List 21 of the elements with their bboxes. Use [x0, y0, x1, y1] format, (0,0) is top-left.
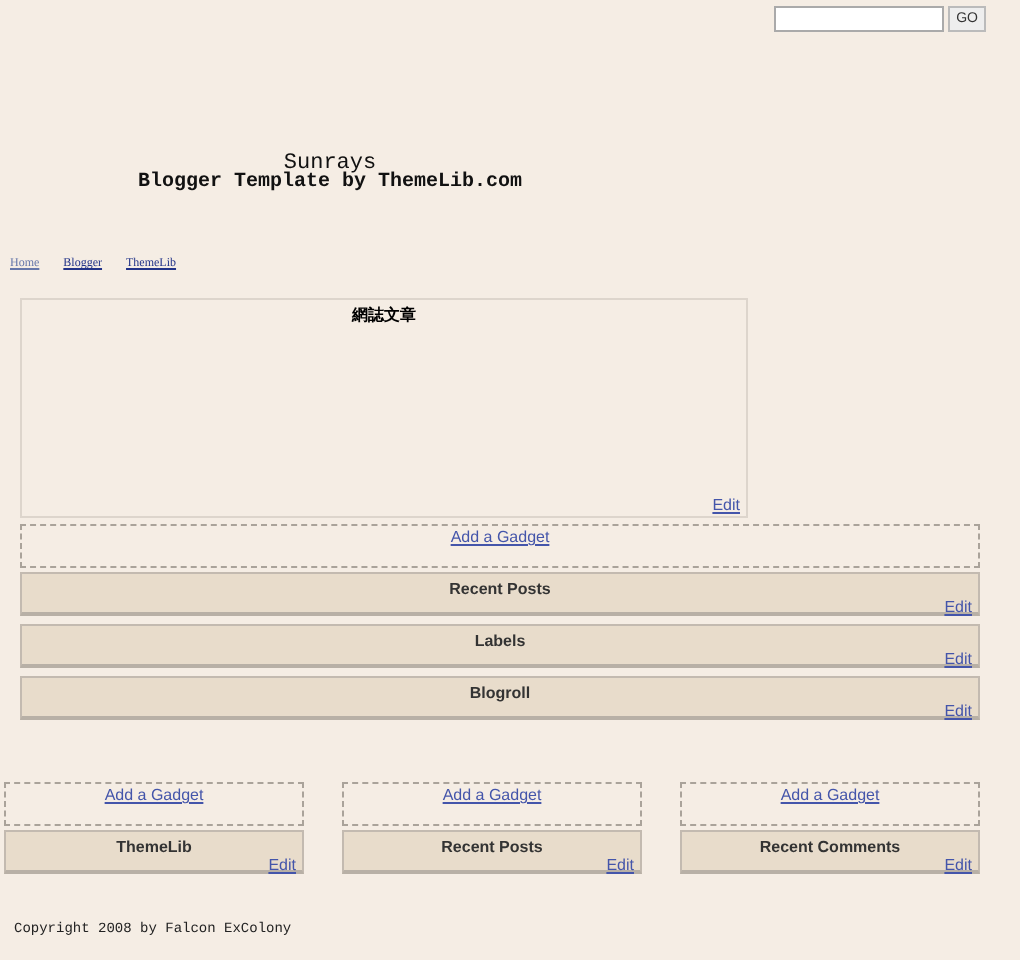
add-gadget-link[interactable]: Add a Gadget — [104, 786, 204, 804]
widget-title: Labels — [474, 630, 526, 650]
add-gadget-link[interactable]: Add a Gadget — [442, 786, 542, 804]
edit-link[interactable]: Edit — [944, 650, 972, 668]
posts-title: 網誌文章 — [352, 304, 416, 326]
widget-title: Recent Posts — [449, 578, 551, 598]
blog-subtitle: Blogger Template by ThemeLib.com — [137, 174, 523, 192]
edit-link[interactable]: Edit — [944, 598, 972, 616]
edit-link[interactable]: Edit — [268, 856, 296, 874]
widget-title: Recent Comments — [759, 836, 901, 856]
widget-title: Recent Posts — [441, 836, 543, 856]
widget-title: Blogroll — [469, 682, 531, 702]
search-field[interactable] — [774, 6, 945, 32]
blog-title: Sunrays — [283, 156, 377, 174]
edit-link[interactable]: Edit — [606, 856, 634, 874]
edit-link[interactable]: Edit — [944, 702, 972, 720]
edit-link[interactable]: Edit — [944, 856, 972, 874]
edit-link[interactable]: Edit — [712, 496, 740, 514]
add-gadget-link[interactable]: Add a Gadget — [780, 786, 880, 804]
widget-title: ThemeLib — [116, 836, 192, 856]
add-gadget-link[interactable]: Add a Gadget — [450, 528, 550, 546]
